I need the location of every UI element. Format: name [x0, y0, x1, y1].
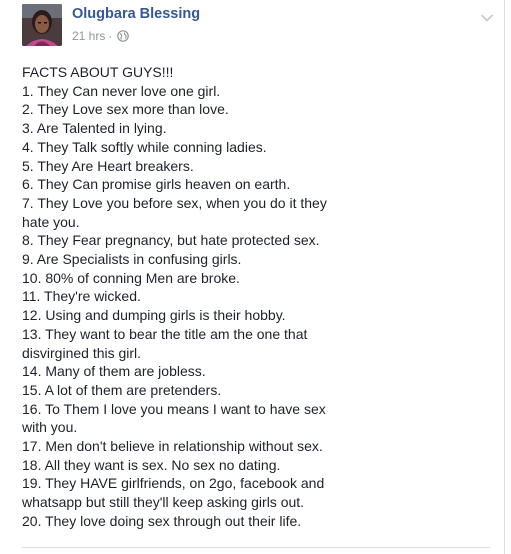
post-header: Olugbara Blessing 21 hrs · [22, 4, 504, 50]
post-meta: 21 hrs · [72, 29, 130, 43]
post-line: 2. They Love sex more than love. [22, 101, 229, 118]
post-line: 16. To Them I love you means I want to h… [22, 400, 326, 417]
post-line: 19. They HAVE girlfriends, on 2go, faceb… [22, 475, 325, 492]
post-line: 6. They Can promise girls heaven on eart… [22, 176, 291, 193]
post-line: 1. They Can never love one girl. [22, 82, 221, 99]
post-line: 10. 80% of conning Men are broke. [22, 269, 240, 286]
post-line: 15. A lot of them are pretenders. [22, 381, 222, 398]
author-name-link[interactable]: Olugbara Blessing [72, 6, 200, 22]
post-line: 20. They love doing sex through out thei… [22, 512, 302, 529]
timestamp-link[interactable]: 21 hrs [72, 29, 105, 43]
globe-icon[interactable] [117, 30, 130, 42]
post-line: 12. Using and dumping girls is their hob… [22, 307, 286, 324]
avatar[interactable] [22, 4, 62, 46]
post-line: FACTS ABOUT GUYS!!! [22, 64, 174, 80]
post-line: 11. They're wicked. [22, 288, 141, 305]
post-line: disvirgined this girl. [22, 344, 142, 361]
meta-separator: · [108, 29, 113, 43]
post-line: 14. Many of them are jobless. [22, 363, 206, 380]
post-body: FACTS ABOUT GUYS!!! 1. They Can never lo… [22, 63, 492, 531]
post-line: 3. Are Talented in lying. [22, 120, 167, 137]
footer-divider [22, 547, 490, 548]
post-card: Olugbara Blessing 21 hrs · FACTS ABOUT G… [0, 0, 505, 554]
post-line: whatsapp but still they'll keep asking g… [22, 494, 305, 511]
post-line: 7. They Love you before sex, when you do… [22, 194, 327, 211]
post-line: 8. They Fear pregnancy, but hate protect… [22, 232, 320, 249]
chevron-down-icon[interactable] [480, 10, 494, 22]
post-line: 9. Are Specialists in confusing girls. [22, 251, 242, 268]
post-line: 4. They Talk softly while conning ladies… [22, 138, 267, 155]
post-line: 18. All they want is sex. No sex no dati… [22, 456, 281, 473]
post-line: with you. [22, 419, 78, 436]
post-line: hate you. [22, 213, 80, 230]
avatar-photo [22, 4, 62, 46]
post-line: 17. Men don't believe in relationship wi… [22, 438, 323, 455]
post-line: 13. They want to bear the title am the o… [22, 325, 308, 342]
post-line: 5. They Are Heart breakers. [22, 157, 194, 174]
